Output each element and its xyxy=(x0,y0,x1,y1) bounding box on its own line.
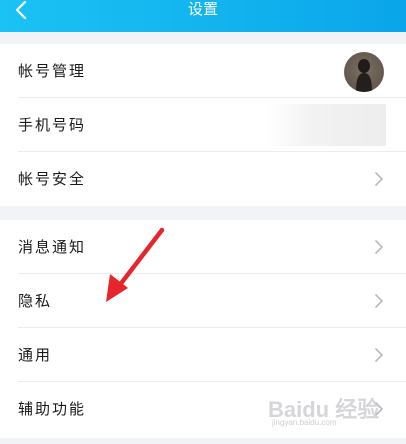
notifications-row[interactable]: 消息通知 xyxy=(0,220,406,274)
settings-screen: 设置 帐号管理 手机号码 帐号安全 消息通知 隐私 通用 辅助功能 Baidu … xyxy=(0,0,406,444)
chevron-right-icon xyxy=(375,172,383,186)
chevron-right-icon xyxy=(375,348,383,362)
account-security-row[interactable]: 帐号安全 xyxy=(0,152,406,206)
row-label: 通用 xyxy=(18,346,53,364)
page-title: 设置 xyxy=(187,0,218,18)
chevron-right-icon xyxy=(375,240,383,254)
row-label: 消息通知 xyxy=(18,238,87,256)
privacy-row[interactable]: 隐私 xyxy=(0,274,406,328)
annotation-arrow-icon xyxy=(106,227,165,302)
header-bar: 设置 xyxy=(0,0,406,32)
row-label: 帐号安全 xyxy=(18,170,87,188)
avatar-person-icon xyxy=(356,59,372,92)
row-label: 辅助功能 xyxy=(18,400,87,418)
account-group: 帐号管理 手机号码 帐号安全 xyxy=(0,44,406,206)
account-management-row[interactable]: 帐号管理 xyxy=(0,44,406,98)
phone-number-row[interactable]: 手机号码 xyxy=(0,98,406,152)
row-label: 隐私 xyxy=(18,292,53,310)
general-row[interactable]: 通用 xyxy=(0,328,406,382)
row-label: 手机号码 xyxy=(18,116,87,134)
chevron-right-icon xyxy=(375,294,383,308)
blurred-phone-value xyxy=(266,104,386,146)
row-label: 帐号管理 xyxy=(18,62,87,80)
watermark: Baidu 经验 jingyan.baidu.com xyxy=(268,392,388,432)
avatar[interactable] xyxy=(344,52,384,92)
watermark-sub: jingyan.baidu.com xyxy=(272,418,337,427)
